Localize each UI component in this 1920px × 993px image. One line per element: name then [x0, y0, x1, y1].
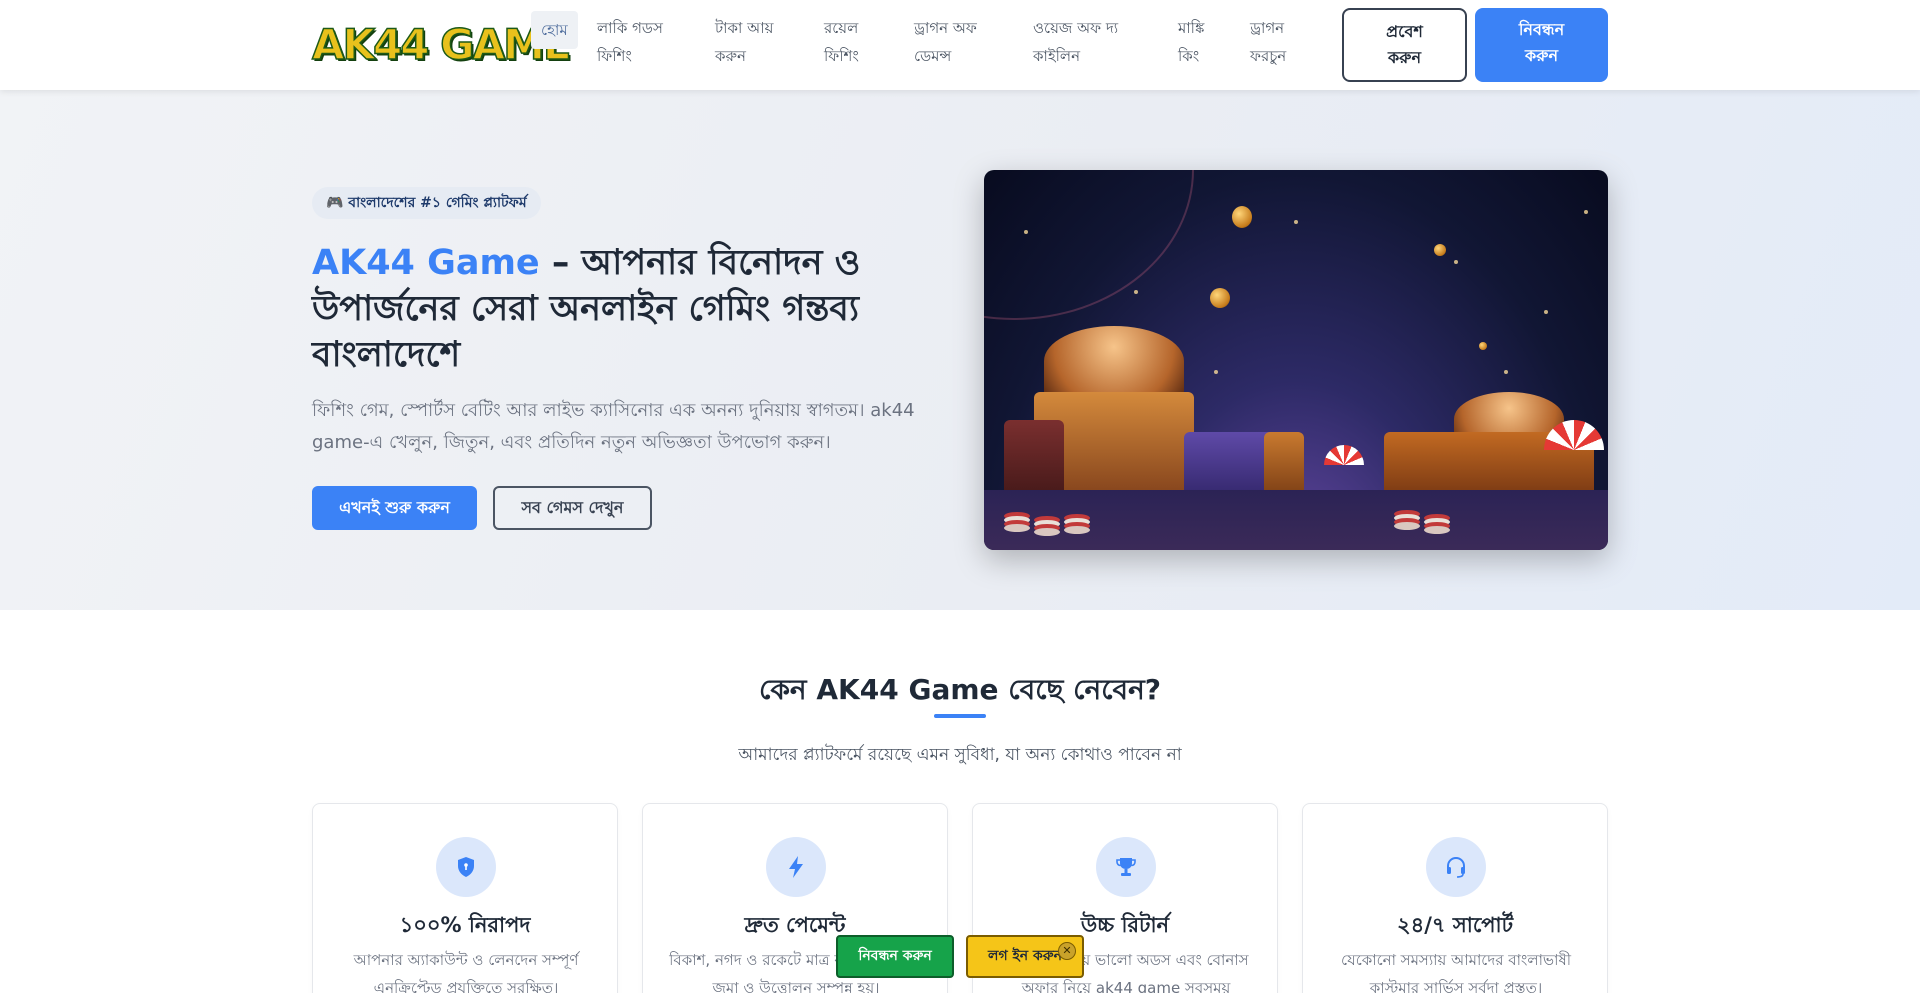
login-button[interactable]: প্রবেশ করুন [1342, 8, 1467, 82]
nav-item-label: টাকা আয় [715, 19, 774, 37]
gold-orb [1232, 206, 1252, 228]
nav-item-label: কিং [1178, 47, 1200, 65]
features-title-underline [934, 714, 986, 718]
login-button-label: প্রবেশ [1386, 22, 1423, 41]
nav-item-label: লাকি গডস [597, 19, 663, 37]
nav-item-dragon-fortune[interactable]: ড্রাগন ফরচুন [1250, 14, 1286, 70]
star [1024, 230, 1028, 234]
chip-stack [1424, 526, 1450, 534]
trophy-icon [1096, 837, 1156, 897]
nav-item-label: হোম [541, 21, 568, 39]
site-header: AK44 GAME হোম লাকি গডস ফিশিং টাকা আয় কর… [0, 0, 1920, 90]
register-button[interactable]: নিবন্ধন করুন [1475, 8, 1608, 82]
features-title: কেন AK44 Game বেছে নেবেন? [758, 673, 1162, 706]
nav-item-label: ফরচুন [1250, 47, 1287, 65]
hero-section: 🎮 বাংলাদেশের #১ গেমিং প্ল্যাটফর্ম AK44 G… [0, 90, 1920, 610]
feature-card-title: ২৪/৭ সাপোর্ট [1396, 913, 1514, 937]
nav-item-label: মাঙ্কি [1178, 19, 1205, 37]
chip-stack [1064, 526, 1090, 534]
nav-item-dragon-of-demons[interactable]: ড্রাগন অফ ডেমন্স [914, 14, 977, 70]
nav-item-label: রয়েল [824, 19, 859, 37]
features-subtitle: আমাদের প্ল্যাটফর্মে রয়েছে এমন সুবিধা, য… [738, 745, 1182, 765]
feature-card-description: যেকোনো সমস্যায় আমাদের বাংলাভাষী কাস্টমা… [1340, 951, 1572, 993]
nav-item-label: করুন [715, 47, 746, 65]
feature-card-secure: ১০০% নিরাপদ আপনার অ্যাকাউন্ট ও লেনদেন সম… [312, 803, 618, 993]
chip-stack [1034, 528, 1060, 536]
chip-stack [1004, 524, 1030, 532]
casino-dome [1044, 326, 1184, 396]
nav-item-label: কাইলিন [1033, 47, 1081, 65]
feature-card-support: ২৪/৭ সাপোর্ট যেকোনো সমস্যায় আমাদের বাংল… [1302, 803, 1608, 993]
register-button-label: নিবন্ধন [1518, 20, 1565, 39]
start-now-button[interactable]: এখনই শুরু করুন [312, 486, 477, 530]
shield-icon [436, 837, 496, 897]
register-button-label: করুন [1524, 46, 1559, 65]
hero-casino-image [984, 170, 1608, 550]
nav-item-label: ওয়েজ অফ দ্য [1033, 19, 1119, 37]
view-all-games-button[interactable]: সব গেমস দেখুন [493, 486, 652, 530]
planet-ring [984, 170, 1194, 320]
umbrella [1324, 445, 1364, 465]
nav-item-earn-money[interactable]: টাকা আয় করুন [715, 14, 773, 70]
headset-icon [1426, 837, 1486, 897]
star [1454, 260, 1458, 264]
nav-item-label: ডেমন্স [914, 47, 952, 65]
close-icon[interactable]: ✕ [1058, 942, 1076, 960]
star [1504, 370, 1508, 374]
brand-logo[interactable]: AK44 GAME [311, 20, 572, 69]
nav-item-monkey-king[interactable]: মাঙ্কি কিং [1178, 14, 1204, 70]
nav-item-lucky-gods-fishing[interactable]: লাকি গডস ফিশিং [597, 14, 663, 70]
star [1544, 310, 1548, 314]
nav-item-label: ড্রাগন অফ [914, 19, 977, 37]
hero-title: AK44 Game – আপনার বিনোদন ও উপার্জনের সের… [312, 240, 952, 378]
chip-stack [1394, 522, 1420, 530]
hero-description: ফিশিং গেম, স্পোর্টস বেটিং আর লাইভ ক্যাসি… [312, 400, 915, 453]
gold-orb [1479, 342, 1487, 350]
nav-item-label: ফিশিং [824, 47, 859, 65]
nav-item-label: ফিশিং [597, 47, 632, 65]
lightning-icon [766, 837, 826, 897]
login-button-label: করুন [1387, 48, 1422, 67]
logo-text: AK44 GAME [311, 20, 572, 69]
star [1134, 290, 1138, 294]
star [1584, 210, 1588, 214]
feature-card-title: ১০০% নিরাপদ [399, 913, 531, 937]
casino-floor [984, 490, 1608, 550]
star [1294, 220, 1298, 224]
nav-item-label: ড্রাগন [1250, 19, 1285, 37]
gold-orb [1210, 288, 1230, 308]
nav-item-royal-fishing[interactable]: রয়েল ফিশিং [824, 14, 859, 70]
gold-orb [1434, 244, 1446, 256]
nav-item-home[interactable]: হোম [531, 11, 578, 49]
hero-badge: 🎮 বাংলাদেশের #১ গেমিং প্ল্যাটফর্ম [312, 187, 541, 219]
feature-card-description: আপনার অ্যাকাউন্ট ও লেনদেন সম্পূর্ণ এনক্র… [353, 951, 579, 993]
floating-register-button[interactable]: নিবন্ধন করুন [836, 935, 954, 978]
hero-title-accent: AK44 Game [312, 243, 540, 283]
nav-item-ways-of-qilin[interactable]: ওয়েজ অফ দ্য কাইলিন [1033, 14, 1118, 70]
star [1214, 370, 1218, 374]
